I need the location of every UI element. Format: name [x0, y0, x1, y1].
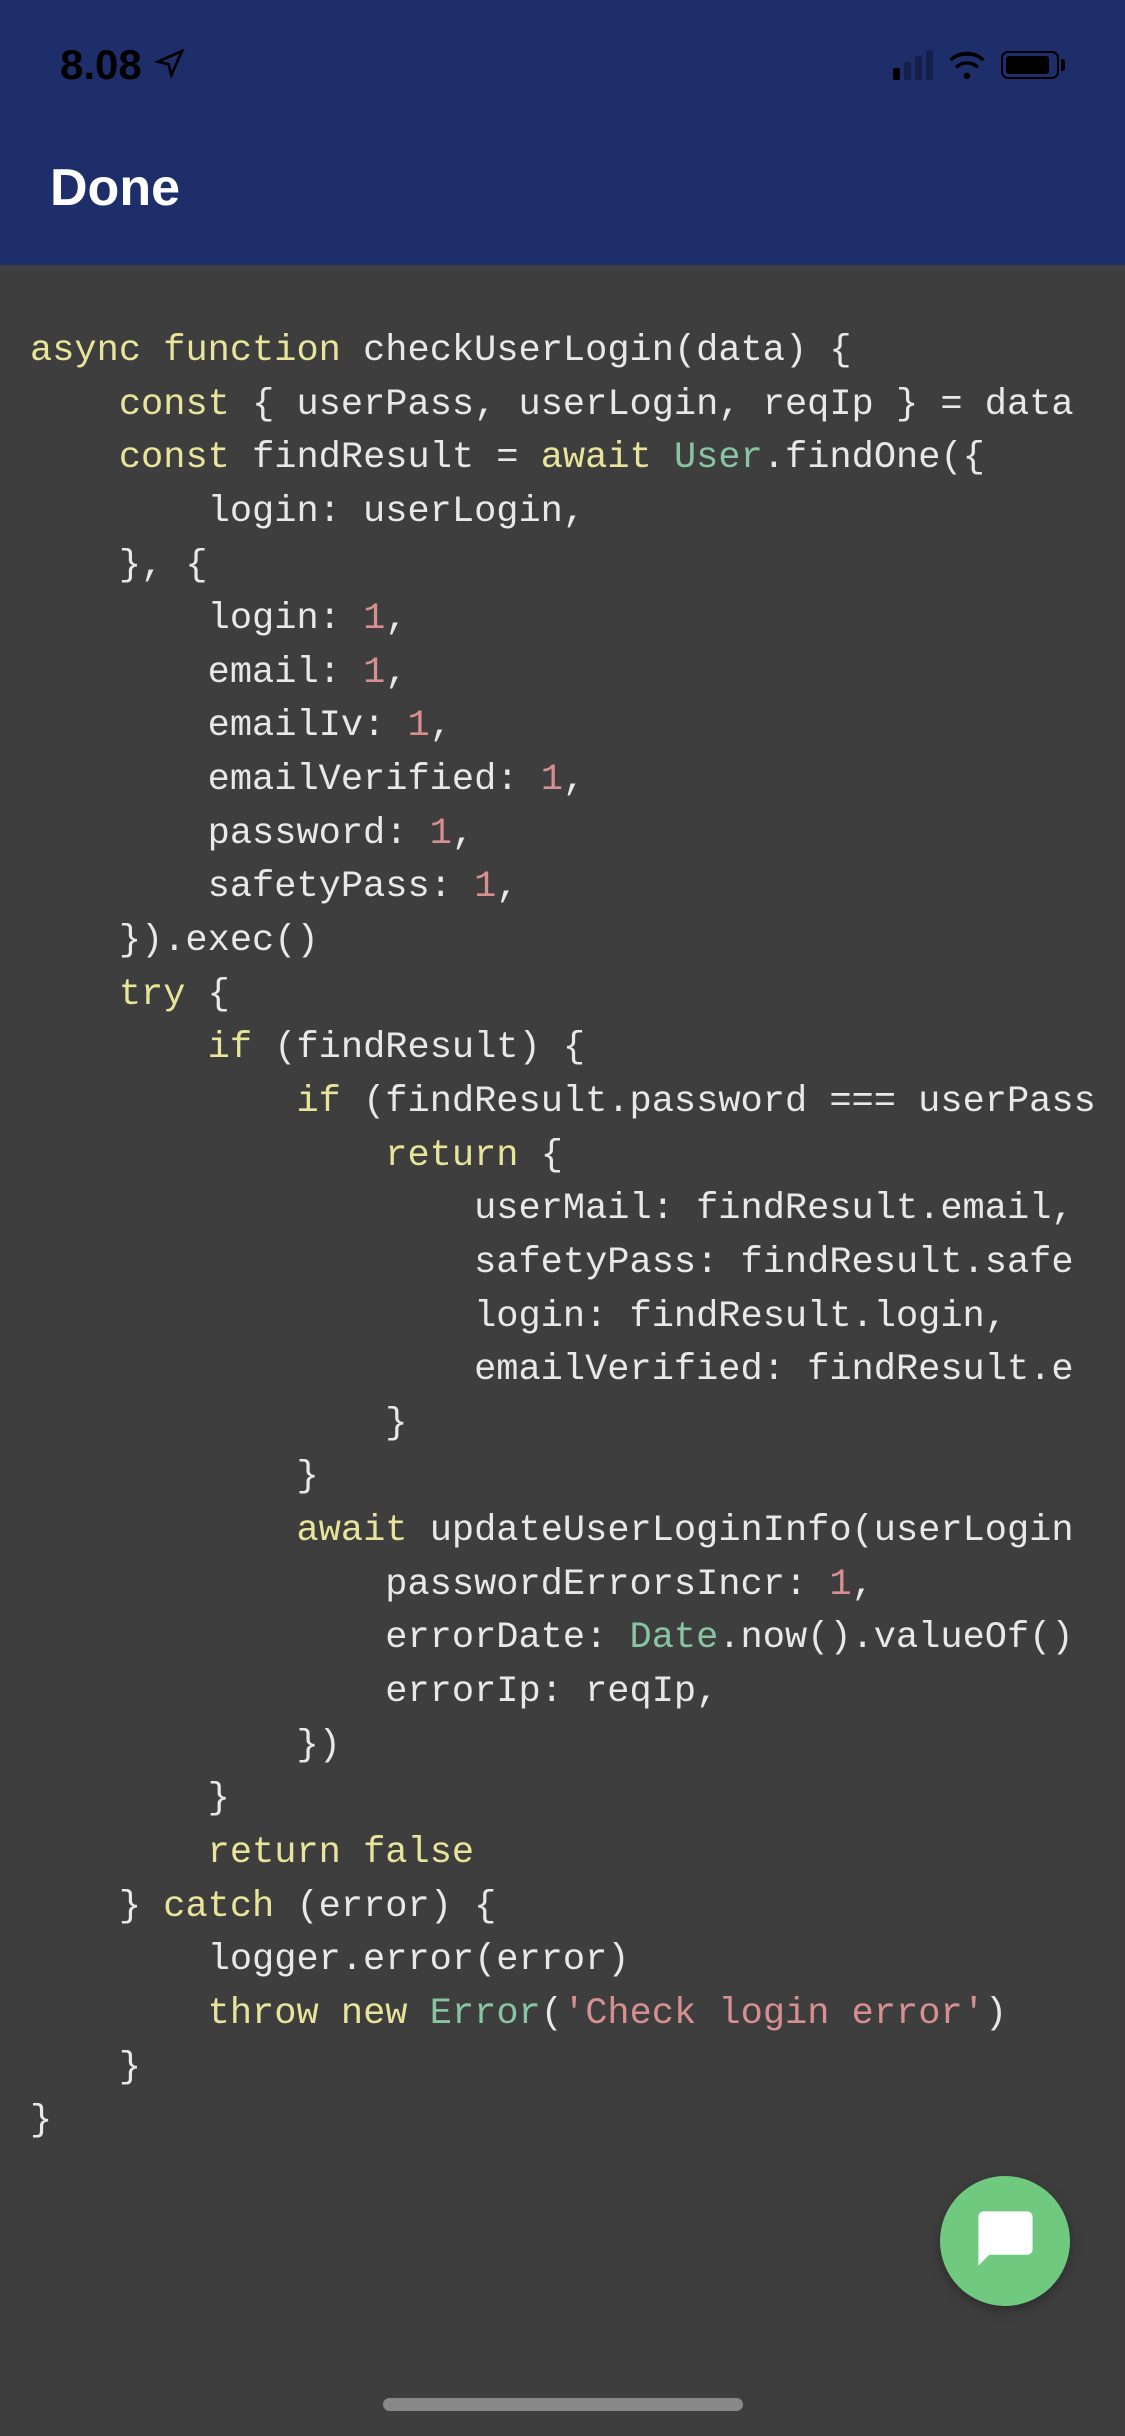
code-token-num: 1: [474, 866, 496, 908]
code-token-kw: new: [341, 1993, 408, 2035]
code-token-kw: throw: [208, 1993, 319, 2035]
code-token-num: 1: [407, 705, 429, 747]
code-token-kw: return: [385, 1135, 518, 1177]
code-token-num: 1: [363, 598, 385, 640]
done-button[interactable]: Done: [50, 158, 180, 218]
code-token-kw: function: [163, 330, 341, 372]
chat-icon: [973, 2206, 1038, 2276]
home-indicator[interactable]: [383, 2398, 743, 2411]
code-token-kw: await: [541, 437, 652, 479]
code-token-str: 'Check login error': [563, 1993, 985, 2035]
code-token-cls: Date: [630, 1617, 719, 1659]
code-viewer[interactable]: async function checkUserLogin(data) { co…: [0, 265, 1125, 2209]
code-token-num: 1: [363, 652, 385, 694]
code-token-kw: try: [119, 974, 186, 1016]
battery-fill: [1006, 56, 1049, 74]
status-left: 8.08: [60, 41, 186, 89]
status-bar: 8.08: [0, 0, 1125, 110]
code-token-cls: Error: [430, 1993, 541, 2035]
code-token-cls: User: [674, 437, 763, 479]
code-token-kw: const: [119, 437, 230, 479]
code-token-num: 1: [829, 1564, 851, 1606]
code-token-num: 1: [541, 759, 563, 801]
status-time: 8.08: [60, 41, 142, 89]
code-token-kw: async: [30, 330, 141, 372]
code-token-kw: if: [296, 1081, 340, 1123]
navigation-bar: Done: [0, 110, 1125, 265]
chat-fab-button[interactable]: [940, 2176, 1070, 2306]
code-token-num: 1: [430, 813, 452, 855]
code-token-kw: false: [363, 1832, 474, 1874]
battery-icon: [1001, 51, 1065, 79]
code-token-kw: catch: [163, 1886, 274, 1928]
code-token-kw: if: [208, 1027, 252, 1069]
code-token-kw: return: [208, 1832, 341, 1874]
code-token-kw: await: [296, 1510, 407, 1552]
status-right: [893, 47, 1065, 84]
cellular-signal-icon: [893, 50, 933, 80]
wifi-icon: [947, 47, 987, 84]
code-token-kw: const: [119, 384, 230, 426]
location-icon: [154, 47, 186, 84]
